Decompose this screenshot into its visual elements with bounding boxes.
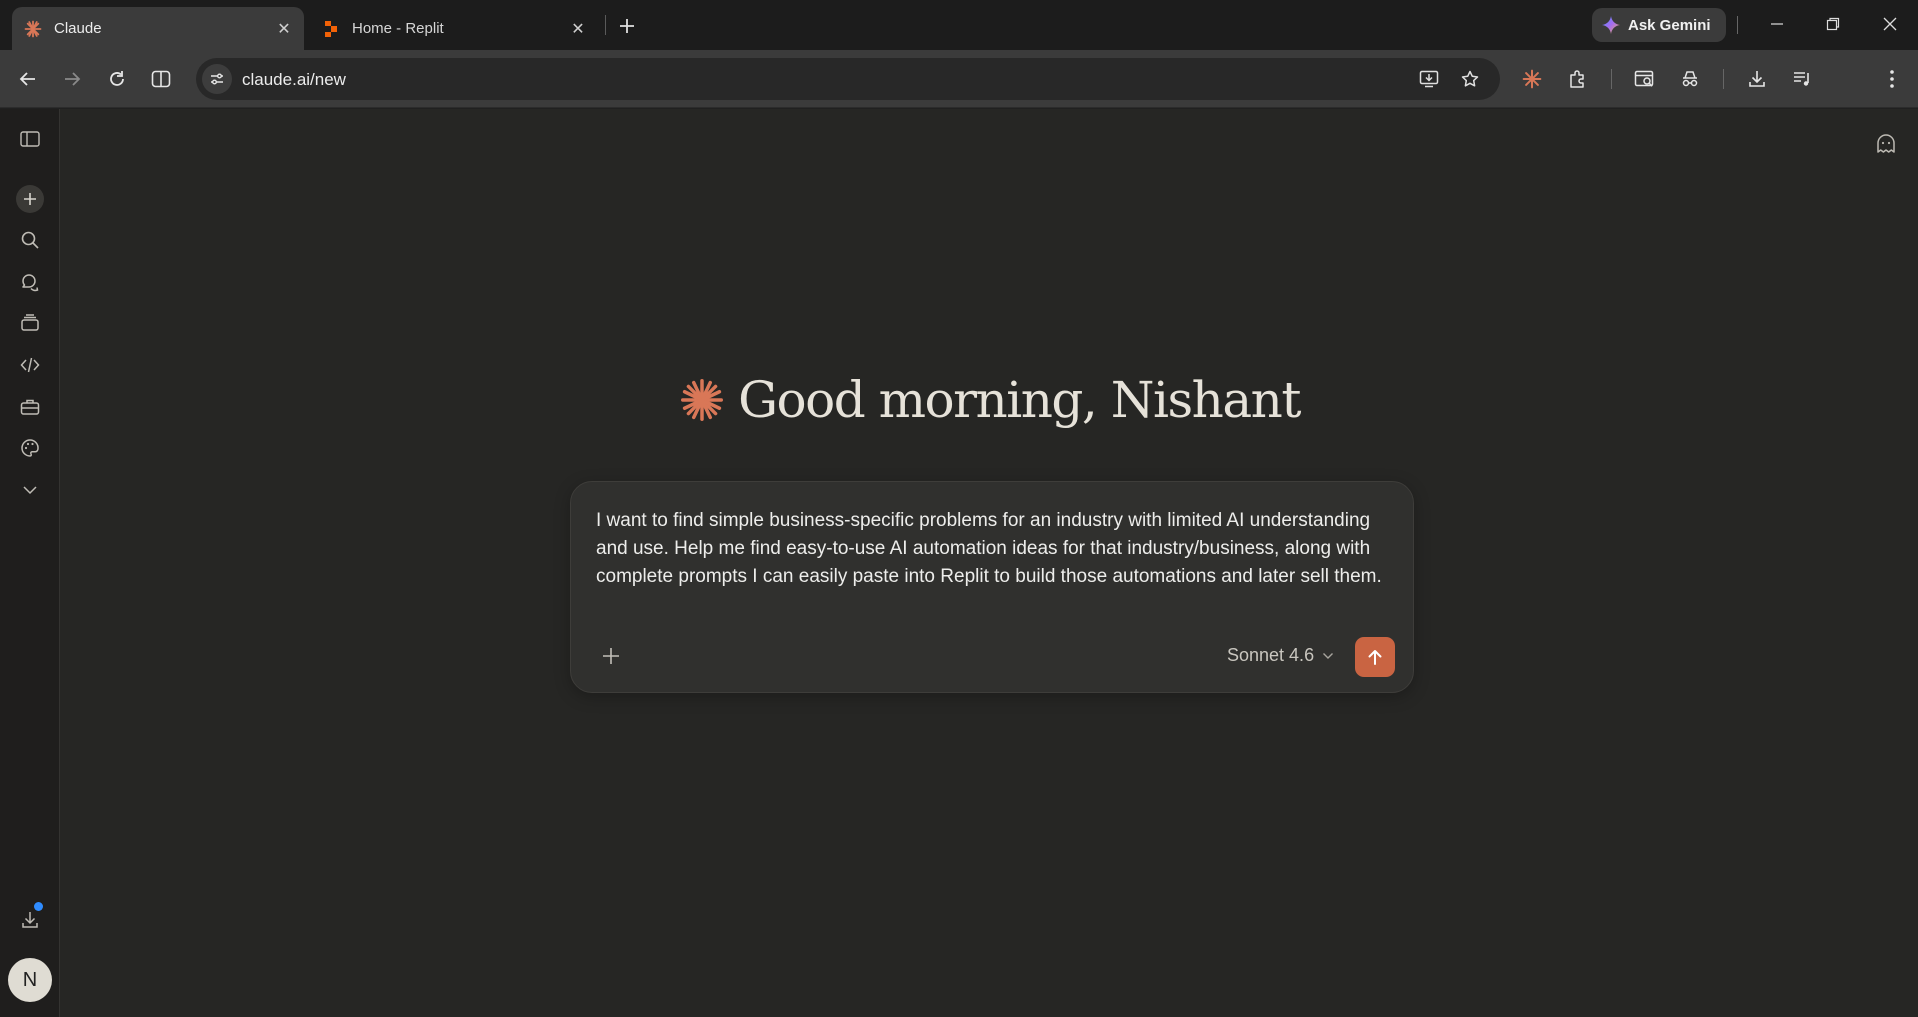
browser-toolbar: claude.ai/new: [0, 50, 1918, 140]
user-avatar[interactable]: N: [8, 958, 52, 1002]
palette-icon[interactable]: [14, 432, 46, 464]
bookmark-star-icon[interactable]: [1458, 67, 1482, 91]
notification-dot: [34, 902, 43, 911]
site-info-icon[interactable]: [202, 64, 232, 94]
browser-menu-icon[interactable]: [1876, 63, 1908, 95]
send-button[interactable]: [1355, 637, 1395, 677]
claude-spark-icon: [680, 378, 724, 422]
new-chat-icon: [16, 185, 44, 213]
tab-replit[interactable]: Home - Replit ✕: [310, 7, 598, 50]
new-chat-button[interactable]: [14, 183, 46, 215]
chevron-down-icon[interactable]: [14, 474, 46, 506]
sidebar: N: [0, 109, 60, 1017]
message-input[interactable]: I want to find simple business-specific …: [596, 507, 1396, 591]
forward-icon[interactable]: [56, 63, 88, 95]
ask-gemini-button[interactable]: Ask Gemini: [1592, 8, 1726, 42]
tab-strip: Claude ✕ Home - Replit ✕ Ask Gemini: [0, 0, 1918, 50]
split-view-icon[interactable]: [145, 63, 177, 95]
claude-extension-icon[interactable]: [1516, 63, 1548, 95]
incognito-chat-icon[interactable]: [1870, 128, 1902, 160]
tab-claude[interactable]: Claude ✕: [12, 7, 304, 50]
tab-title: Home - Replit: [352, 20, 444, 37]
chevron-down-icon: [1322, 652, 1334, 660]
back-icon[interactable]: [12, 63, 44, 95]
close-tab-icon[interactable]: ✕: [566, 17, 590, 41]
tab-title: Claude: [54, 20, 102, 37]
media-controls-icon[interactable]: [1786, 63, 1818, 95]
projects-icon[interactable]: [14, 307, 46, 339]
url-text: claude.ai/new: [242, 70, 346, 89]
address-bar[interactable]: claude.ai/new: [196, 58, 1500, 100]
model-selector[interactable]: Sonnet 4.6: [1227, 645, 1334, 666]
download-icon[interactable]: [1741, 63, 1773, 95]
toolbar-divider: [1723, 69, 1724, 89]
toolbar-divider: [1611, 69, 1612, 89]
gemini-icon: [1602, 16, 1620, 34]
search-icon[interactable]: [14, 224, 46, 256]
close-window-icon[interactable]: [1870, 8, 1910, 40]
greeting: Good morning, Nishant: [0, 371, 1918, 429]
incognito-icon[interactable]: [1674, 63, 1706, 95]
reload-icon[interactable]: [101, 63, 133, 95]
download-app-icon[interactable]: [14, 902, 46, 936]
claude-app: N Good morning, Nishant I want to find s…: [0, 109, 1918, 1017]
greeting-text: Good morning, Nishant: [738, 371, 1301, 429]
claude-spark-icon: [24, 20, 42, 38]
restore-icon[interactable]: [1813, 8, 1853, 40]
install-app-icon[interactable]: [1417, 67, 1441, 91]
new-tab-button[interactable]: [612, 12, 642, 40]
replit-icon: [322, 20, 340, 38]
close-tab-icon[interactable]: ✕: [272, 17, 296, 41]
window-divider: [1737, 16, 1738, 34]
extensions-icon[interactable]: [1562, 63, 1594, 95]
chats-icon[interactable]: [14, 266, 46, 298]
add-attachment-icon[interactable]: [595, 640, 627, 672]
ask-gemini-label: Ask Gemini: [1628, 16, 1711, 34]
tab-search-icon[interactable]: [1629, 63, 1661, 95]
model-label: Sonnet 4.6: [1227, 645, 1315, 665]
tab-divider: [605, 15, 606, 35]
chat-composer[interactable]: I want to find simple business-specific …: [570, 481, 1414, 693]
arrow-up-icon: [1368, 650, 1382, 665]
sidebar-toggle-icon[interactable]: [14, 123, 46, 155]
minimize-icon[interactable]: [1757, 8, 1797, 40]
